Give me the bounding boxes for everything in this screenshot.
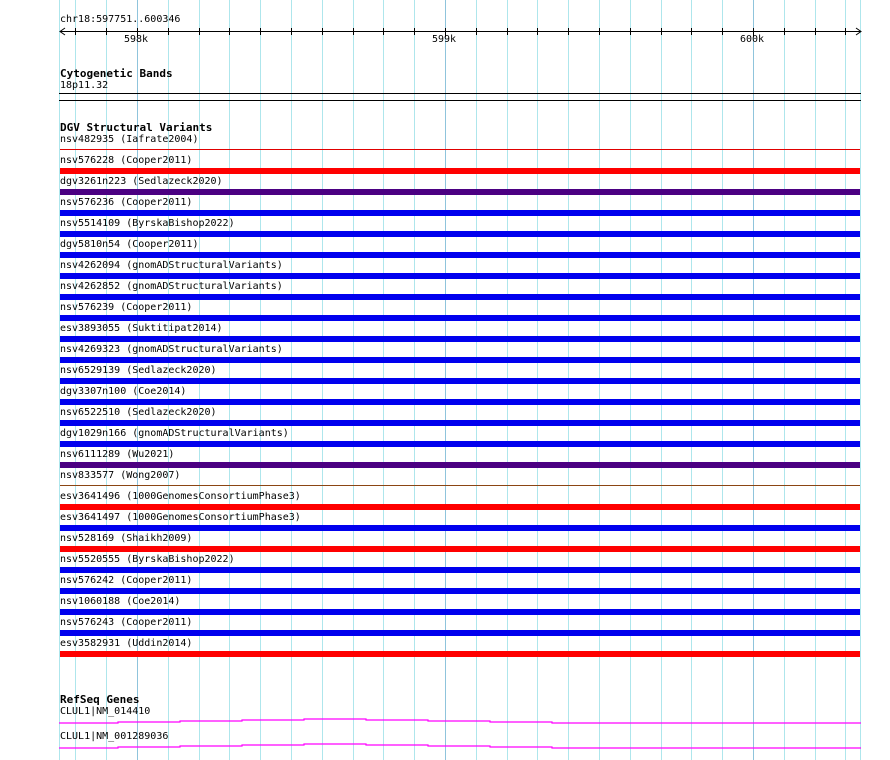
tick-label-600k: 600k [740,34,765,45]
variant-label: dgv5810n54 (Cooper2011) [60,239,199,250]
variant-label: nsv6522510 (Sedlazeck2020) [60,407,217,418]
variant-feature[interactable] [60,441,860,447]
variant-feature[interactable] [60,231,860,237]
variant-label: nsv4269323 (gnomADStructuralVariants) [60,344,283,355]
variant-label: dgv1029n166 (gnomADStructuralVariants) [60,428,289,439]
variant-feature[interactable] [60,399,860,405]
gene-feature[interactable] [59,718,861,724]
variant-feature[interactable] [60,609,860,615]
variant-label: nsv6529139 (Sedlazeck2020) [60,365,217,376]
variant-feature[interactable] [60,189,860,195]
variant-feature[interactable] [60,525,860,531]
tick-label-599k: 599k [432,34,457,45]
variant-label: esv3893055 (Suktitipat2014) [60,323,223,334]
variant-label: nsv576236 (Cooper2011) [60,197,193,208]
tick-label-598k: 598k [124,34,149,45]
cytoband-label: 18p11.32 [60,80,109,91]
variant-feature[interactable] [60,149,860,150]
dgv-track-title: DGV Structural Variants [60,121,213,134]
variant-label: dgv3307n100 (Coe2014) [60,386,187,397]
variant-label: nsv1060188 (Coe2014) [60,596,181,607]
variant-feature[interactable] [60,462,860,468]
variant-feature[interactable] [60,546,860,552]
variant-label: nsv5520555 (ByrskaBishop2022) [60,554,235,565]
cytoband-track-title: Cytogenetic Bands [60,67,173,80]
variant-label: nsv576239 (Cooper2011) [60,302,193,313]
variant-label: nsv482935 (Iafrate2004) [60,134,199,145]
variant-feature[interactable] [60,567,860,573]
variant-feature[interactable] [60,294,860,300]
variant-feature[interactable] [60,357,860,363]
variant-label: nsv4262094 (gnomADStructuralVariants) [60,260,283,271]
cytoband-bar[interactable] [59,93,861,94]
variant-label: nsv4262852 (gnomADStructuralVariants) [60,281,283,292]
variant-label: esv3582931 (Uddin2014) [60,638,193,649]
variant-label: nsv6111289 (Wu2021) [60,449,175,460]
variant-feature[interactable] [60,336,860,342]
genome-browser-view: chr18:597751..600346 598k 599k 600k Cyto… [0,0,890,760]
variant-feature[interactable] [60,168,860,174]
gene-models[interactable] [0,700,890,760]
variant-feature[interactable] [60,273,860,279]
variant-feature[interactable] [60,252,860,258]
variant-feature[interactable] [60,588,860,594]
variant-label: esv3641496 (1000GenomesConsortiumPhase3) [60,491,301,502]
variant-label: nsv5514109 (ByrskaBishop2022) [60,218,235,229]
variant-label: nsv833577 (Wong2007) [60,470,181,481]
variant-label: dgv3261n223 (Sedlazeck2020) [60,176,223,187]
track-divider [59,100,861,101]
variant-feature[interactable] [60,630,860,636]
gene-feature[interactable] [59,743,861,749]
variant-feature[interactable] [60,504,860,510]
variant-feature[interactable] [60,378,860,384]
variant-label: nsv576242 (Cooper2011) [60,575,193,586]
variant-feature[interactable] [60,315,860,321]
variant-label: nsv576243 (Cooper2011) [60,617,193,628]
variant-label: nsv528169 (Shaikh2009) [60,533,193,544]
variant-feature[interactable] [60,210,860,216]
variant-feature[interactable] [60,420,860,426]
variant-label: esv3641497 (1000GenomesConsortiumPhase3) [60,512,301,523]
variant-feature[interactable] [60,485,860,486]
variant-label: nsv576228 (Cooper2011) [60,155,193,166]
variant-feature[interactable] [60,651,860,657]
grid-line [860,0,861,760]
